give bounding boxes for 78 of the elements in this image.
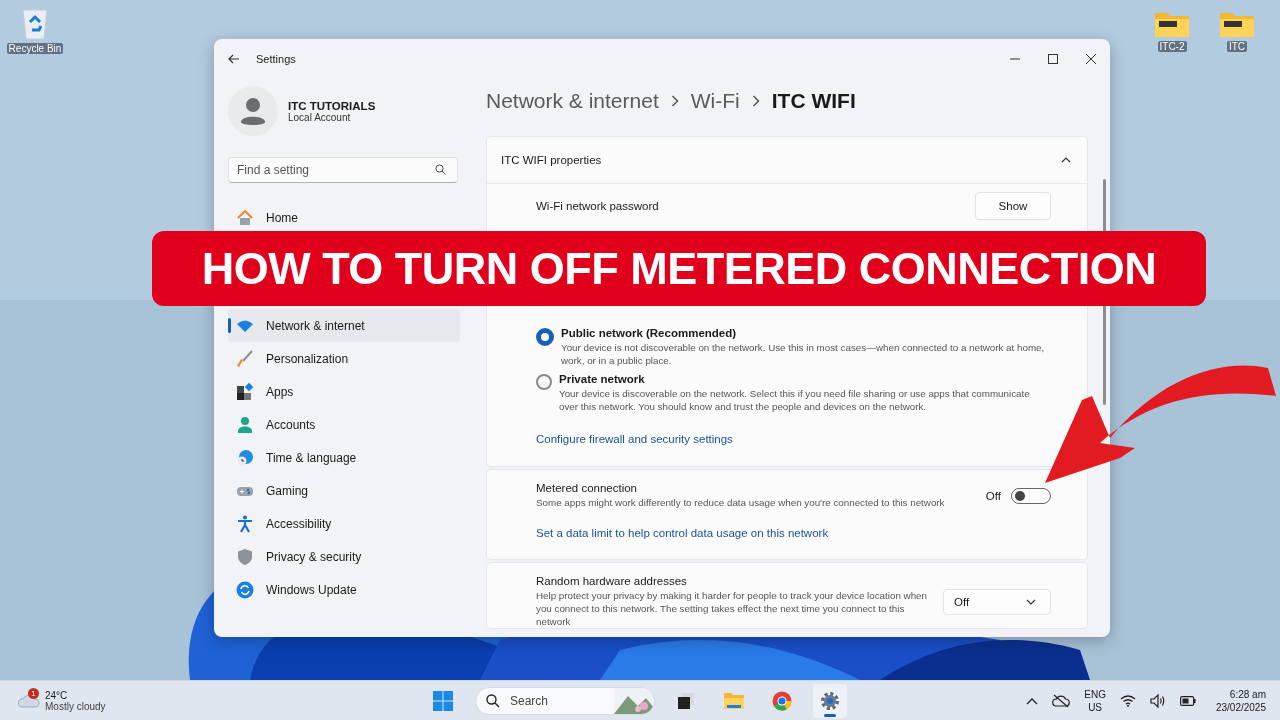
search-icon [435,164,446,175]
toggle-state: Off [985,489,1001,502]
setting-label: Wi-Fi network password [536,200,659,212]
apps-icon [236,382,254,401]
update-icon [236,580,254,599]
setting-description: Some apps might work differently to reduce data usage when you're connected to this network [536,496,946,509]
radio-button[interactable] [536,374,552,390]
accessibility-icon [236,514,254,533]
gear-icon [820,690,840,711]
sidebar-item[interactable]: Accounts [228,408,460,441]
temperature: 24°C [45,689,69,701]
globe-clock-icon [236,448,254,467]
back-icon[interactable] [228,54,240,64]
home-icon [236,208,254,227]
caret-icon [1026,598,1036,605]
taskbar-app[interactable] [813,683,847,718]
chevron-icon [670,95,679,107]
radio-description: Your device is not discoverable on the network. Use this in most cases—when connected to a network at home, work, or in a public place. [561,341,1046,367]
close-icon[interactable] [1086,54,1096,64]
folder-icon [723,691,745,710]
account-type: Local Account [288,111,352,123]
sidebar-item[interactable]: Gaming [228,474,460,507]
page-title: ITC WIFI [771,89,856,113]
sidebar-item[interactable]: Apps [228,375,460,408]
desktop-icon-label: Recycle Bin [6,43,64,54]
chevron-icon [1061,157,1071,163]
link[interactable]: Configure firewall and security settings [536,433,733,445]
weather-condition: Mostly cloudy [45,700,106,712]
battery-icon[interactable] [1179,695,1196,706]
sidebar-item[interactable]: Accessibility [228,507,460,540]
person-icon [236,415,254,434]
chevron-icon [751,95,760,107]
dropdown[interactable]: Off [943,588,1051,615]
chevron-icon[interactable] [1026,696,1039,705]
desktop-icon-label: ITC [1226,41,1248,52]
browser-icon [772,690,792,711]
language-indicator[interactable]: ENG US [1084,687,1106,714]
sidebar-item[interactable]: Privacy & security [228,540,460,573]
breadcrumb-link[interactable]: Wi-Fi [690,89,740,113]
volume-icon[interactable] [1149,693,1166,708]
sidebar-item[interactable]: Windows Update [228,573,460,606]
radio-label: Public network (Recommended) [561,327,738,339]
folder-icon[interactable] [1154,10,1190,38]
setting-title: Random hardware addresses [536,575,688,587]
weather-widget[interactable]: 1 24°C Mostly cloudy [18,689,118,712]
setting-description: Help protect your privacy by making it harder for people to track your device location when you connect to this network. The setting takes effect the next time you connect to this network [536,589,928,628]
cloud-icon [18,693,40,708]
setting-title: Metered connection [536,482,638,494]
avatar-icon [228,86,278,136]
recycle-bin-icon[interactable] [20,6,50,40]
maximize-icon[interactable] [1048,54,1058,64]
start-icon[interactable] [433,690,453,711]
search-field[interactable]: Find a setting [228,157,458,183]
radio-label: Private network [559,373,646,385]
folder-icon[interactable] [1219,10,1255,38]
search-icon [486,693,500,708]
sidebar-item[interactable]: Network & internet [228,309,460,342]
title-banner: HOW TO TURN OFF METERED CONNECTION [152,231,1206,306]
radio-description: Your device is discoverable on the network. Select this if you need file sharing or use apps that communicate over this network. You should know and trust the people and devices on the network. [559,387,1031,413]
clock[interactable]: 6:28 am 23/02/2025 [1215,687,1266,714]
show-button[interactable]: Show [975,192,1051,220]
sidebar-item[interactable]: Personalization [228,342,460,375]
desktop-icon-label: ITC-2 [1157,41,1187,52]
wifi-icon[interactable] [1119,694,1136,707]
expander-header[interactable]: ITC WIFI properties [487,137,1087,184]
breadcrumb-link[interactable]: Network & internet [486,89,659,113]
account-name: ITC TUTORIALS [288,99,376,112]
shield-icon [236,547,254,566]
sidebar-item[interactable]: Time & language [228,441,460,474]
task-view-icon [676,690,696,711]
cloud-off-icon[interactable] [1052,693,1071,708]
window-title: Settings [256,53,296,65]
radio-button[interactable] [536,328,554,346]
link[interactable]: Set a data limit to help control data usage on this network [536,527,829,539]
notification-badge: 1 [28,687,39,699]
taskbar-search[interactable]: Search [475,686,655,715]
sidebar-item[interactable]: Home [228,201,460,234]
brush-icon [236,349,254,368]
